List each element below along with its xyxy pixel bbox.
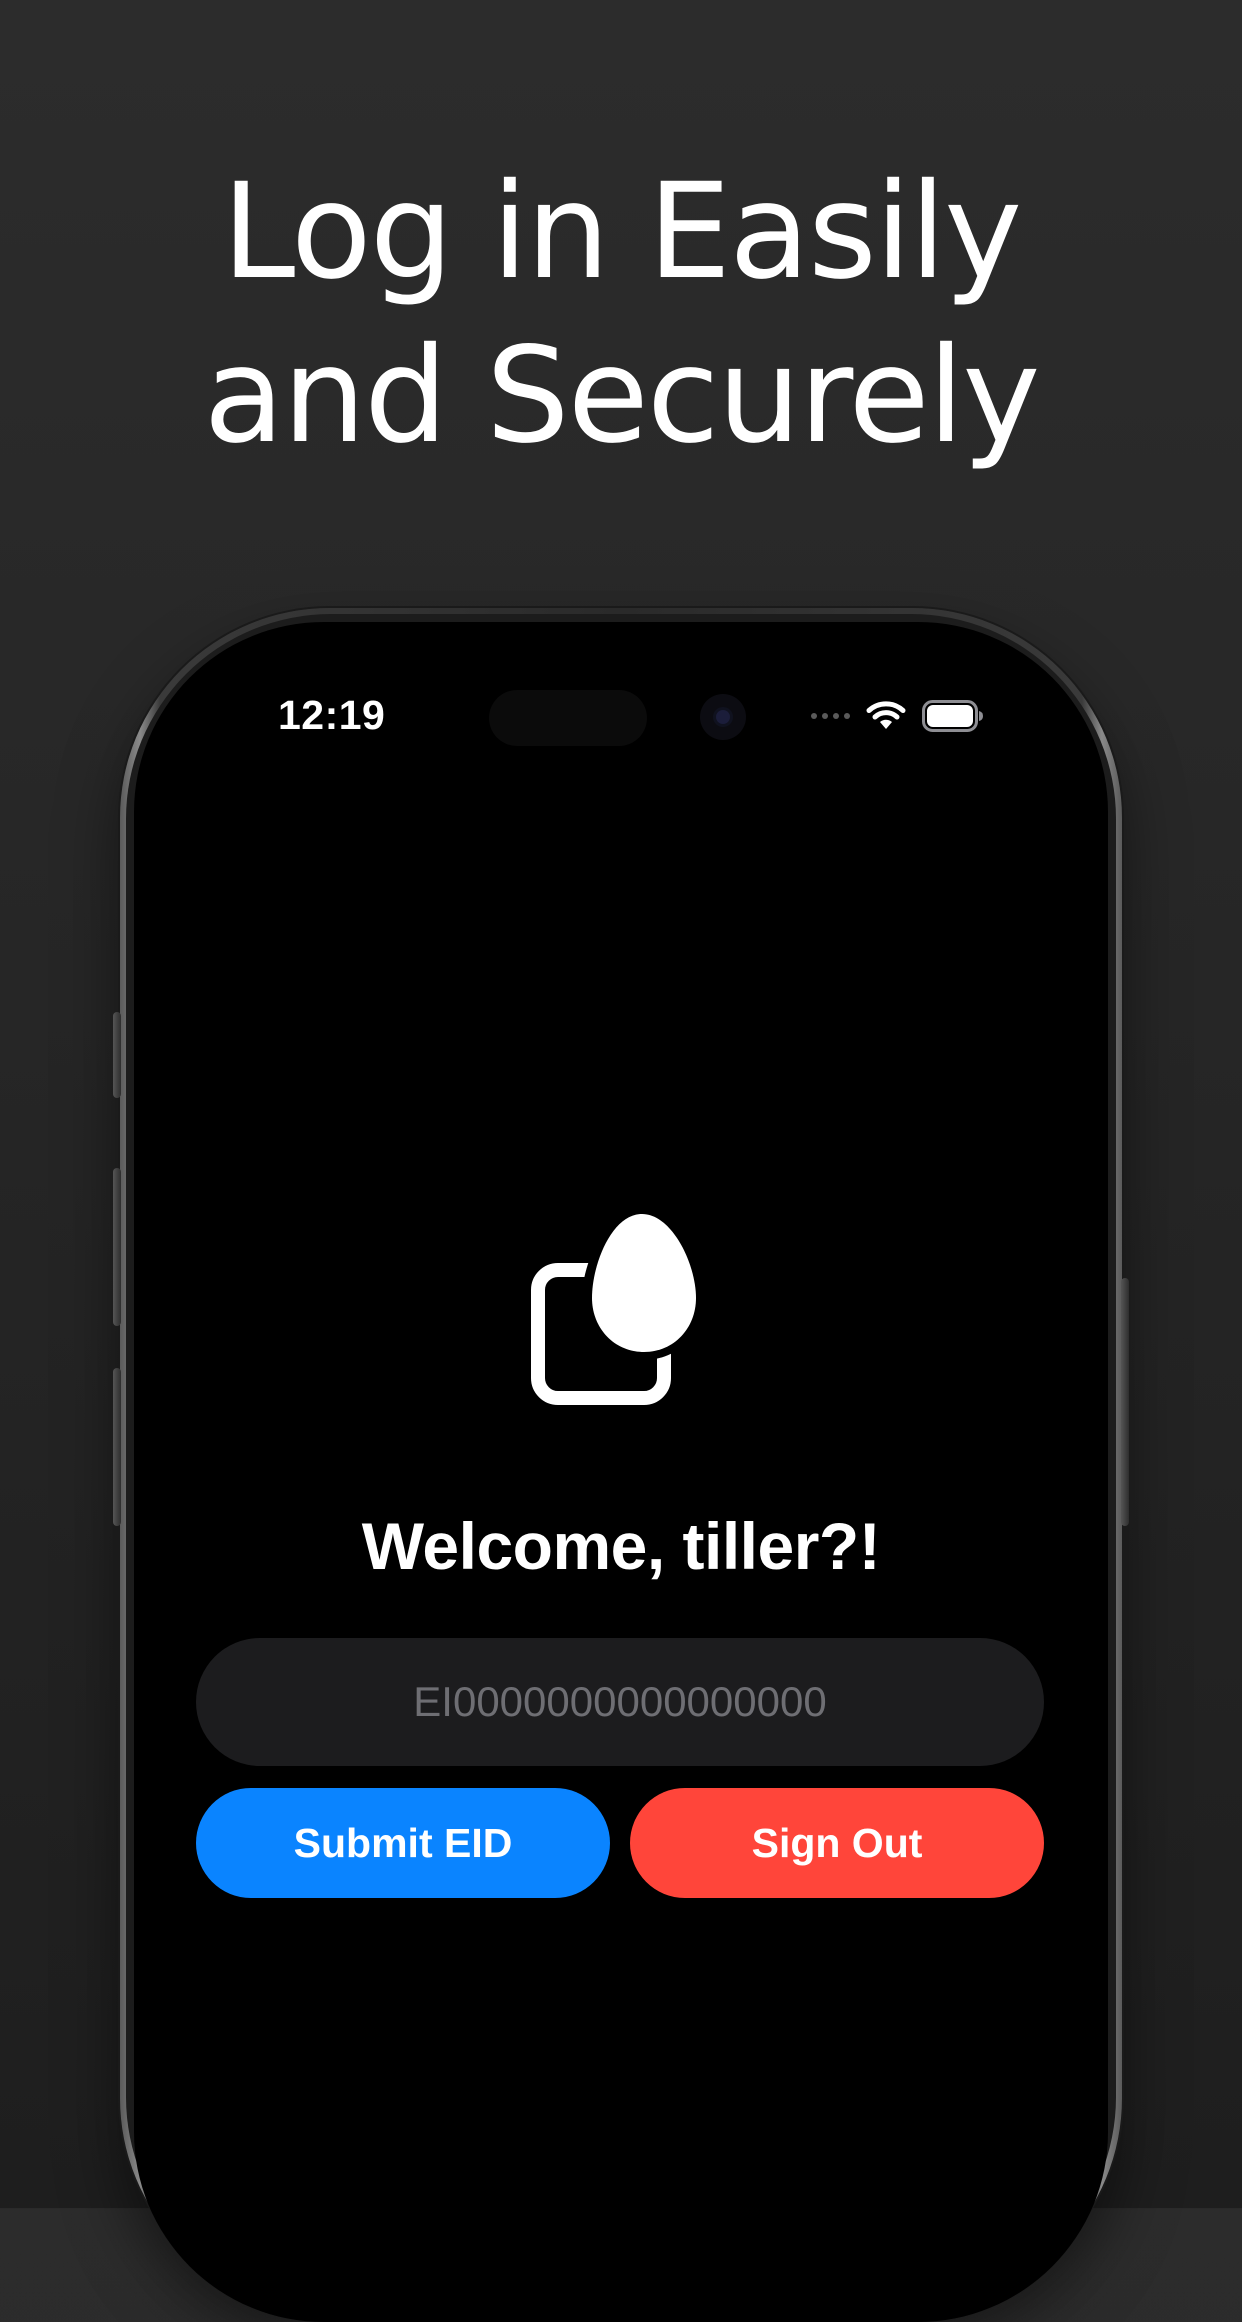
battery-icon: [922, 700, 983, 732]
headline-line-2: and Securely: [203, 319, 1041, 473]
submit-eid-label: Submit EID: [293, 1819, 513, 1866]
status-time: 12:19: [278, 692, 386, 738]
egg-and-basket-icon: [531, 1206, 706, 1405]
power-button: [1121, 1278, 1129, 1526]
submit-eid-button[interactable]: Submit EID: [196, 1788, 610, 1898]
eid-input[interactable]: [196, 1638, 1044, 1766]
wifi-icon: [866, 701, 906, 729]
action-button: [113, 1012, 121, 1098]
sign-out-button[interactable]: Sign Out: [630, 1788, 1044, 1898]
sign-out-label: Sign Out: [751, 1819, 923, 1866]
camera-icon: [700, 694, 746, 740]
status-icons: [811, 700, 984, 732]
cellular-signal-icon: [811, 713, 850, 719]
volume-up-button: [113, 1168, 121, 1326]
phone-screen: 12:19 Welcome, tiller?! Submit EID Sign …: [134, 622, 1108, 2322]
dynamic-island: [489, 690, 647, 746]
headline-line-1: Log in Easily: [221, 155, 1023, 309]
volume-down-button: [113, 1368, 121, 1526]
marketing-headline: Log in Easily and Securely: [0, 150, 1242, 478]
welcome-heading: Welcome, tiller?!: [361, 1509, 881, 1583]
